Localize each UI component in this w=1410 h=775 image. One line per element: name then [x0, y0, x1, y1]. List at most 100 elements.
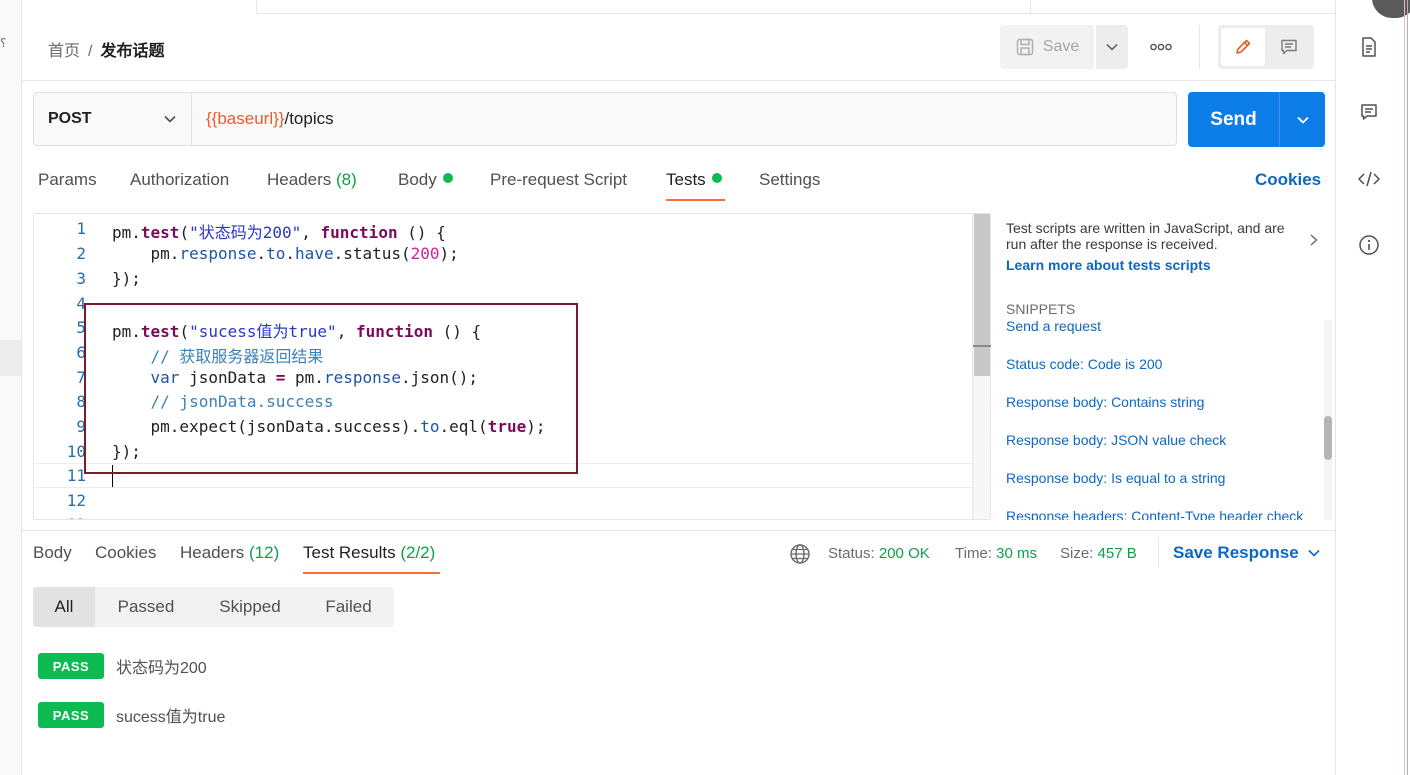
method-value: POST	[48, 110, 92, 127]
chevron-down-icon	[164, 115, 176, 123]
request-url-bar: POST {{baseurl}}/topics	[33, 92, 1177, 146]
tab-tests-label: Tests	[666, 170, 706, 189]
response-tab-headers[interactable]: Headers (12)	[180, 543, 279, 563]
cookies-link[interactable]: Cookies	[1255, 170, 1321, 190]
save-button[interactable]: Save	[1000, 25, 1094, 69]
comment-icon	[1361, 104, 1377, 120]
tab-params[interactable]: Params	[38, 170, 97, 190]
size-label: Size:	[1060, 545, 1094, 562]
pencil-icon	[1235, 39, 1251, 54]
breadcrumb-collection[interactable]: 首页	[48, 43, 80, 60]
more-actions-button[interactable]	[1148, 36, 1174, 58]
ellipsis-icon	[1150, 43, 1172, 51]
snippets-scrollbar[interactable]	[1324, 320, 1332, 520]
network-info-button[interactable]	[789, 543, 811, 570]
status-divider	[1158, 538, 1159, 568]
response-time[interactable]: Time: 30 ms	[955, 545, 1037, 562]
chevron-down-icon	[1106, 43, 1118, 51]
scroll-position-mark	[973, 345, 991, 347]
active-tab-indicator	[303, 572, 440, 574]
tab-headers-count: (8)	[336, 170, 357, 189]
response-size[interactable]: Size: 457 B	[1060, 545, 1137, 562]
filter-skipped[interactable]: Skipped	[197, 587, 303, 627]
response-tab-test-results-count: (2/2)	[400, 543, 436, 562]
left-sidebar-strip[interactable]: ⸮	[0, 0, 22, 775]
line-number: 6	[76, 343, 86, 362]
breadcrumb-request-name[interactable]: 发布话题	[100, 43, 164, 60]
postman-window: ⸮ 首页 / 发布话题 Save POST {{baseurl}} /topic…	[0, 0, 1410, 775]
save-options-button[interactable]	[1096, 25, 1128, 69]
status-value: 200 OK	[878, 545, 930, 562]
filter-all[interactable]: All	[33, 587, 95, 627]
send-options-button[interactable]	[1279, 92, 1325, 147]
line-number: 11	[66, 466, 86, 485]
filter-failed[interactable]: Failed	[303, 587, 394, 627]
document-icon	[1362, 37, 1376, 57]
tab-headers[interactable]: Headers (8)	[267, 170, 357, 190]
code-snippet-button[interactable]	[1357, 167, 1381, 191]
snippets-scrollbar-thumb[interactable]	[1324, 416, 1332, 460]
edge-line	[1407, 0, 1408, 775]
method-select[interactable]: POST	[34, 93, 192, 145]
learn-more-link[interactable]: Learn more about tests scripts	[1006, 257, 1211, 273]
editor-scrollbar-thumb[interactable]	[974, 214, 990, 376]
comment-icon	[1281, 39, 1297, 55]
snippet-link[interactable]: Response body: Is equal to a string	[1006, 470, 1225, 486]
editor-scrollbar[interactable]	[972, 214, 991, 519]
line-number: 1	[76, 219, 86, 238]
documentation-button[interactable]	[1357, 35, 1381, 59]
tab-headers-label: Headers	[267, 170, 332, 189]
header-bottom-border	[22, 80, 1335, 81]
comment-mode-button[interactable]	[1268, 28, 1312, 66]
response-status[interactable]: Status: 200 OK	[828, 545, 930, 562]
code-line: pm.response.to.have.status(200);	[112, 244, 459, 263]
sidebar-edge-icon: ⸮	[0, 36, 7, 50]
snippet-link[interactable]: Status code: Code is 200	[1006, 356, 1162, 372]
response-tab-cookies[interactable]: Cookies	[95, 543, 156, 563]
line-number: 12	[66, 491, 86, 510]
breadcrumb-separator: /	[88, 43, 93, 60]
info-button[interactable]	[1357, 233, 1381, 257]
snippet-link[interactable]: Response headers: Content-Type header ch…	[1006, 508, 1303, 520]
active-tab-indicator	[666, 199, 725, 201]
request-tab[interactable]	[22, 0, 257, 14]
tab-body-label: Body	[398, 170, 437, 189]
line-number: 9	[76, 417, 86, 436]
tab-authorization[interactable]: Authorization	[130, 170, 229, 190]
send-button[interactable]: Send	[1188, 92, 1279, 147]
tab-settings[interactable]: Settings	[759, 170, 820, 190]
edit-mode-button[interactable]	[1221, 28, 1265, 66]
pass-badge: PASS	[38, 653, 104, 679]
send-button-group: Send	[1188, 92, 1325, 147]
code-line: pm.test("状态码为200", function () {	[112, 223, 446, 242]
response-tab-test-results[interactable]: Test Results (2/2)	[303, 543, 435, 563]
sidebar-selected-item[interactable]	[0, 340, 21, 376]
save-response-button[interactable]: Save Response	[1173, 543, 1321, 563]
collapse-panel-button[interactable]	[1308, 233, 1320, 252]
status-label: Status:	[828, 545, 875, 562]
snippet-link[interactable]: Send a request	[1006, 318, 1101, 334]
line-number: 5	[76, 318, 86, 337]
response-tab-body[interactable]: Body	[33, 543, 72, 563]
tab-bar	[22, 0, 1335, 14]
window-right-edge	[1404, 0, 1410, 775]
tab-body[interactable]: Body	[398, 170, 453, 190]
url-input[interactable]: {{baseurl}}/topics	[192, 93, 1176, 145]
test-result-row: PASS sucess值为true	[38, 702, 225, 728]
status-dot-icon	[711, 173, 722, 183]
response-divider[interactable]	[22, 530, 1335, 531]
save-button-group: Save	[1000, 25, 1128, 69]
tab-tests[interactable]: Tests	[666, 170, 722, 190]
code-line: });	[112, 269, 141, 288]
annotation-highlight-box	[84, 303, 578, 474]
line-number: 7	[76, 368, 86, 387]
tests-help-text: Test scripts are written in JavaScript, …	[1006, 220, 1285, 252]
comments-button[interactable]	[1357, 100, 1381, 124]
snippet-link[interactable]: Response body: JSON value check	[1006, 432, 1226, 448]
time-value: 30 ms	[996, 545, 1037, 562]
line-number: 10	[66, 442, 86, 461]
filter-passed[interactable]: Passed	[95, 587, 197, 627]
tab-pre-request-script[interactable]: Pre-request Script	[490, 170, 627, 190]
snippet-link[interactable]: Response body: Contains string	[1006, 394, 1204, 410]
breadcrumb: 首页 / 发布话题	[48, 37, 164, 61]
